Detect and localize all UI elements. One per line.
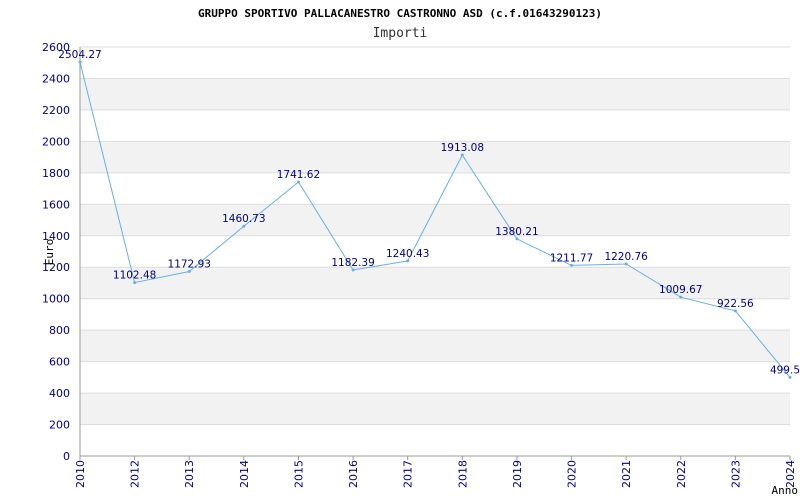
x-tick-label: 2022: [675, 460, 688, 488]
x-axis-title: Anno: [772, 484, 799, 497]
x-tick-label: 2021: [620, 460, 633, 488]
data-label: 1380.21: [495, 226, 538, 238]
data-label: 1220.76: [604, 251, 648, 263]
data-label: 1102.48: [113, 270, 156, 282]
x-tick-label: 2014: [238, 460, 251, 488]
data-label: 1460.73: [222, 213, 265, 225]
data-label: 1172.93: [168, 258, 211, 270]
x-tick-label: 2012: [129, 460, 142, 488]
x-tick-label: 2016: [347, 460, 360, 488]
data-label: 1211.77: [550, 252, 593, 264]
data-label: 1009.67: [659, 284, 702, 296]
data-label: 2504.27: [58, 49, 101, 61]
y-tick-label: 600: [49, 356, 70, 369]
x-axis-ticks: 2010 2012 2013 2014 2015 2016 2017 2018 2019 2020…: [74, 456, 797, 488]
chart-subtitle: Importi: [373, 26, 428, 41]
y-tick-label: 2200: [42, 104, 70, 117]
data-label: 922.56: [717, 298, 754, 310]
y-tick-label: 1000: [42, 293, 70, 306]
x-tick-label: 2013: [183, 460, 196, 488]
grid-band: [80, 78, 790, 110]
y-tick-label: 800: [49, 324, 70, 337]
y-axis-title: Euro: [43, 239, 56, 266]
grid-band: [80, 393, 790, 425]
y-tick-label: 1600: [42, 198, 70, 211]
y-tick-label: 2000: [42, 135, 70, 148]
y-tick-label: 1800: [42, 167, 70, 180]
chart-title: GRUPPO SPORTIVO PALLACANESTRO CASTRONNO …: [198, 7, 602, 20]
x-tick-label: 2019: [511, 460, 524, 488]
line-chart: 0200400600800100012001400160018002000220…: [42, 7, 800, 497]
x-tick-label: 2020: [566, 460, 579, 488]
x-tick-label: 2010: [74, 460, 87, 488]
x-tick-label: 2018: [456, 460, 469, 488]
data-label: 1240.43: [386, 248, 429, 260]
y-tick-label: 400: [49, 387, 70, 400]
x-tick-label: 2023: [729, 460, 742, 488]
data-label: 1182.39: [331, 257, 374, 269]
grid-bands: [80, 78, 790, 425]
data-label: 499.5: [770, 364, 800, 376]
y-tick-label: 2400: [42, 72, 70, 85]
x-tick-label: 2015: [292, 460, 305, 488]
y-tick-label: 0: [63, 450, 70, 463]
data-label: 1741.62: [277, 169, 320, 181]
grid-band: [80, 141, 790, 173]
data-label: 1913.08: [441, 142, 484, 154]
grid-band: [80, 330, 790, 362]
y-tick-label: 200: [49, 419, 70, 432]
x-tick-label: 2017: [402, 460, 415, 488]
